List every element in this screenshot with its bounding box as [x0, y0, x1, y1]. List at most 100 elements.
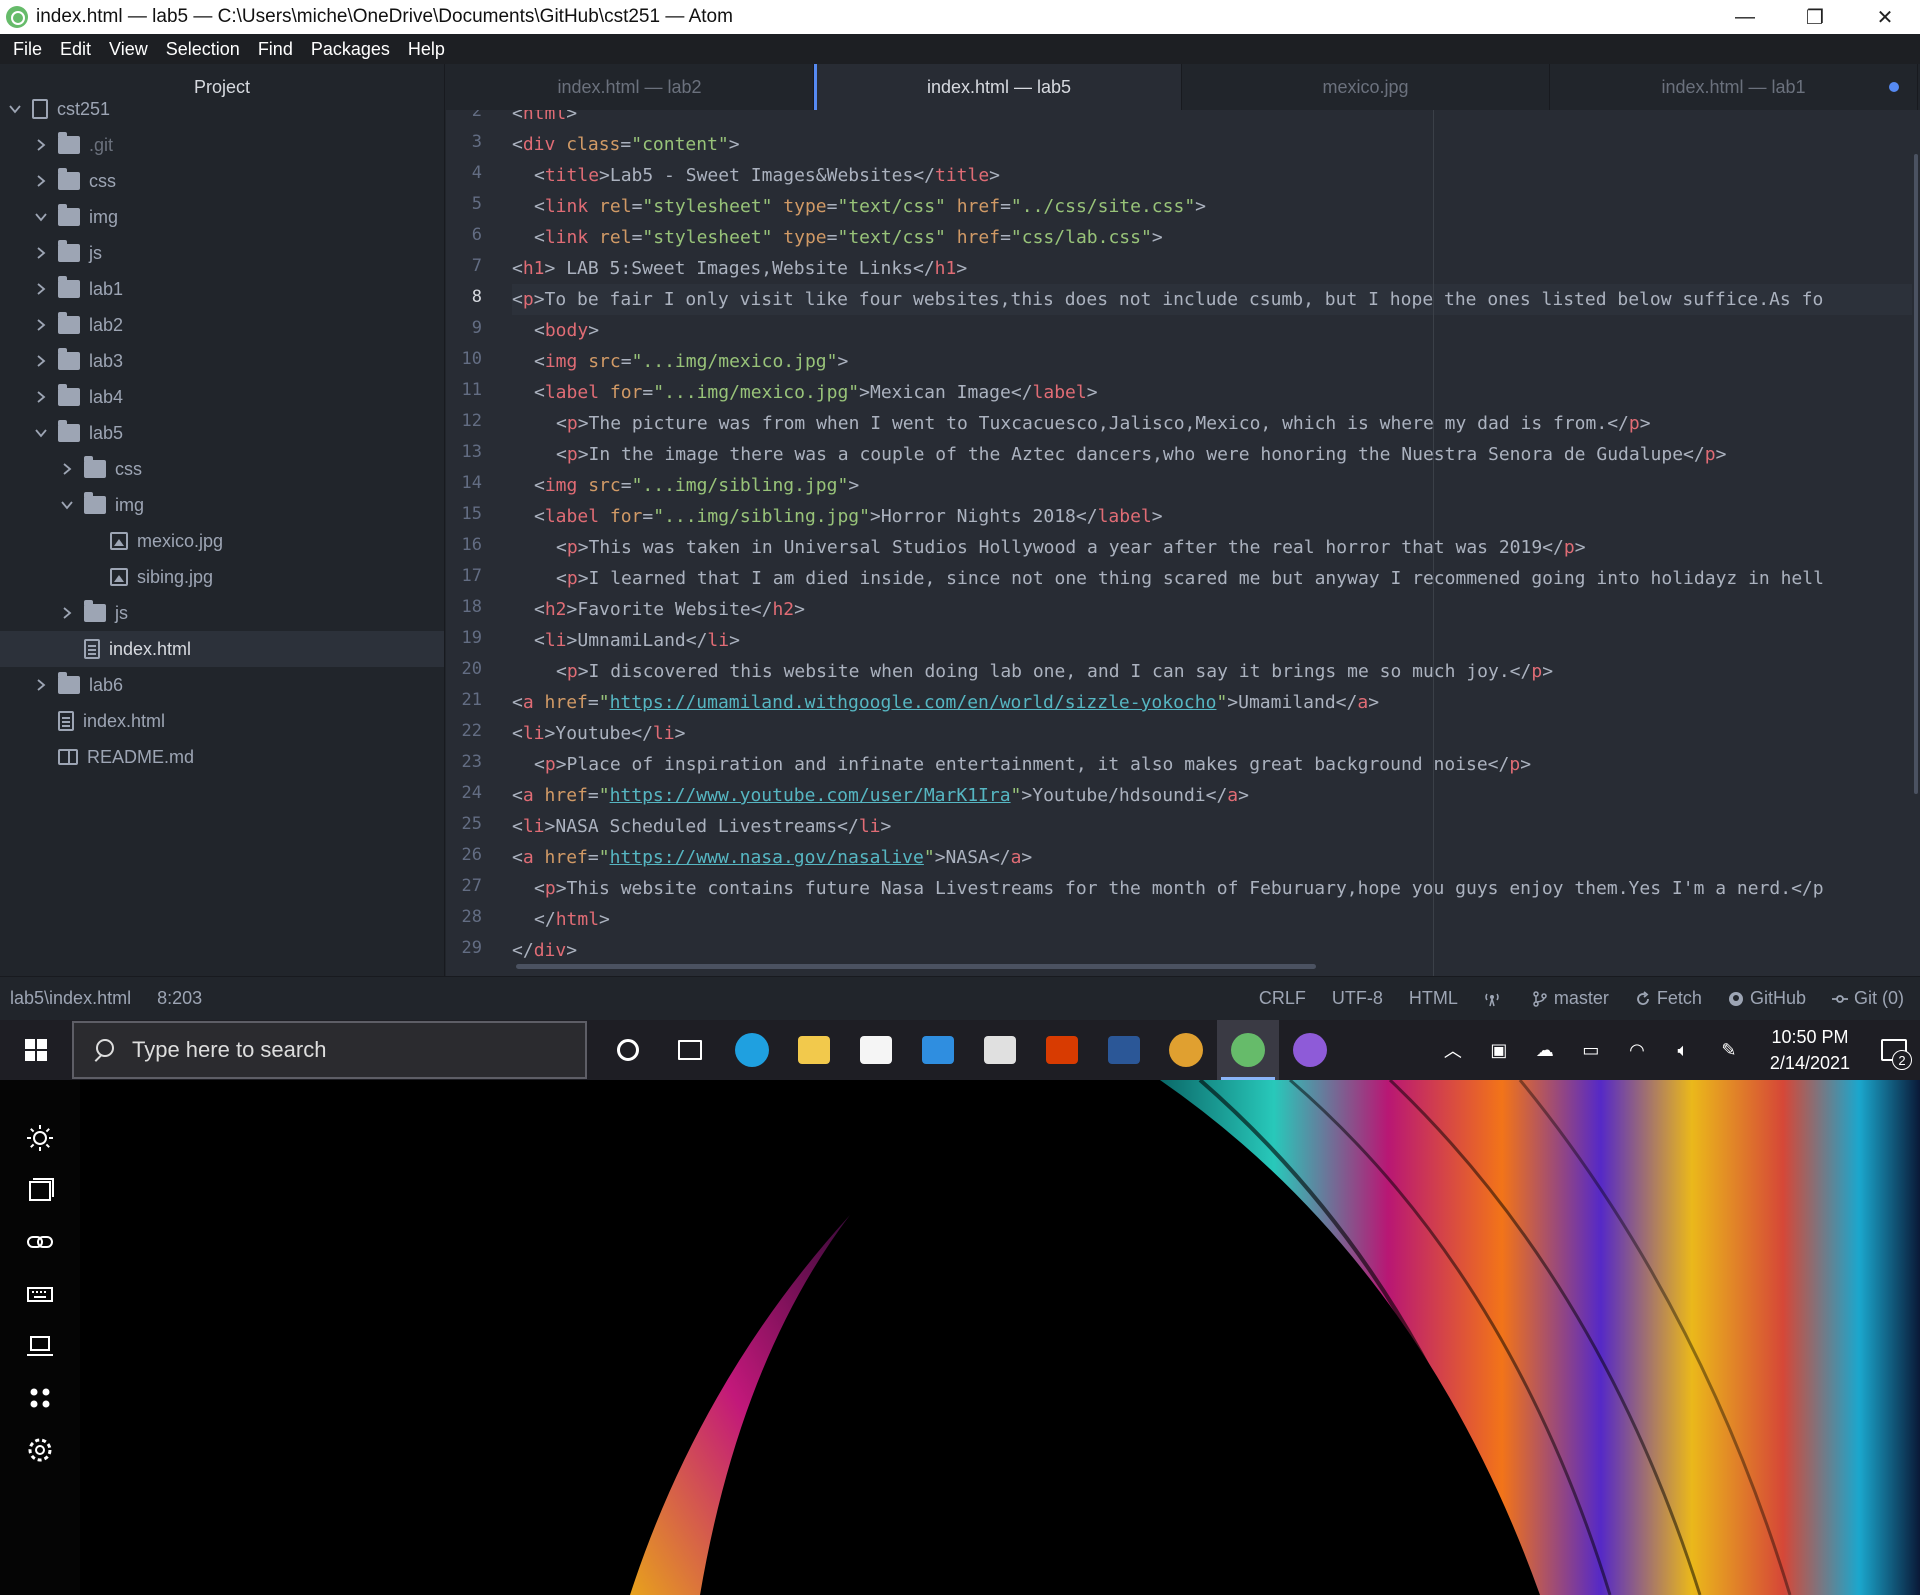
tree-folder[interactable]: img: [0, 199, 444, 235]
minimize-button[interactable]: —: [1710, 0, 1780, 34]
code-line[interactable]: <p>This website contains future Nasa Liv…: [512, 873, 1824, 904]
code-line[interactable]: <img src="...img/sibling.jpg">: [512, 470, 859, 501]
menu-find[interactable]: Find: [249, 39, 302, 60]
code-line[interactable]: <li>NASA Scheduled Livestreams</li>: [512, 811, 891, 842]
code-line[interactable]: <label for="...img/sibling.jpg">Horror N…: [512, 501, 1163, 532]
show-hidden-icons-icon[interactable]: ︿: [1430, 1020, 1476, 1080]
keyboard-icon[interactable]: [22, 1276, 58, 1312]
settings-gear-icon[interactable]: [22, 1432, 58, 1468]
chevron-right-icon[interactable]: [34, 678, 48, 692]
modified-dot-icon[interactable]: [1889, 82, 1899, 92]
tree-folder[interactable]: css: [0, 163, 444, 199]
code-line[interactable]: <p>This was taken in Universal Studios H…: [512, 532, 1586, 563]
brightness-icon[interactable]: [22, 1120, 58, 1156]
action-center-button[interactable]: 2: [1868, 1020, 1920, 1080]
cursor-position[interactable]: 8:203: [157, 988, 202, 1009]
chevron-right-icon[interactable]: [34, 318, 48, 332]
chevron-right-icon[interactable]: [34, 282, 48, 296]
tree-folder[interactable]: lab6: [0, 667, 444, 703]
link-icon[interactable]: [22, 1224, 58, 1260]
code-line[interactable]: <html>: [512, 110, 577, 129]
tree-file[interactable]: README.md: [0, 739, 444, 775]
laptop-icon[interactable]: [22, 1328, 58, 1364]
code-line[interactable]: <h2>Favorite Website</h2>: [512, 594, 805, 625]
menu-file[interactable]: File: [4, 39, 51, 60]
menu-selection[interactable]: Selection: [157, 39, 249, 60]
screen-capture-icon[interactable]: [22, 1172, 58, 1208]
mail-taskbar-button[interactable]: [907, 1020, 969, 1080]
menu-view[interactable]: View: [100, 39, 157, 60]
office-taskbar-button[interactable]: [1031, 1020, 1093, 1080]
tree-folder[interactable]: js: [0, 595, 444, 631]
tree-folder[interactable]: lab2: [0, 307, 444, 343]
code-line[interactable]: </div>: [512, 935, 577, 966]
code-line[interactable]: <img src="...img/mexico.jpg">: [512, 346, 848, 377]
chevron-right-icon[interactable]: [34, 354, 48, 368]
code-line[interactable]: <div class="content">: [512, 129, 740, 160]
code-line[interactable]: <a href="https://umamiland.withgoogle.co…: [512, 687, 1379, 718]
chevron-down-icon[interactable]: [34, 426, 48, 440]
line-ending[interactable]: CRLF: [1259, 988, 1306, 1009]
chevron-down-icon[interactable]: [60, 498, 74, 512]
code-line[interactable]: <li>Youtube</li>: [512, 718, 685, 749]
code-line[interactable]: <body>: [512, 315, 599, 346]
onedrive-icon[interactable]: ☁: [1522, 1020, 1568, 1080]
tree-folder[interactable]: lab5: [0, 415, 444, 451]
tree-file[interactable]: index.html: [0, 703, 444, 739]
code-line[interactable]: <p>I discovered this website when doing …: [512, 656, 1553, 687]
pen-icon[interactable]: ✎: [1706, 1020, 1752, 1080]
tree-file[interactable]: index.html: [0, 631, 444, 667]
code-line[interactable]: <label for="...img/mexico.jpg">Mexican I…: [512, 377, 1098, 408]
chevron-right-icon[interactable]: [34, 246, 48, 260]
horizontal-scrollbar[interactable]: [516, 964, 1316, 969]
code-editor[interactable]: 2 3 4 5 6 7 8 9 10 11 12 13 14 15 16 17 18 19 20 21 22 23 24 25…: [446, 110, 1920, 976]
chevron-right-icon[interactable]: [60, 606, 74, 620]
meet-now-icon[interactable]: ▣: [1476, 1020, 1522, 1080]
maximize-button[interactable]: ❐: [1780, 0, 1850, 34]
task-view-taskbar-button[interactable]: [659, 1020, 721, 1080]
tree-file[interactable]: sibing.jpg: [0, 559, 444, 595]
code-line[interactable]: <p>To be fair I only visit like four web…: [512, 284, 1912, 315]
apps-grid-icon[interactable]: [22, 1380, 58, 1416]
tree-folder[interactable]: .git: [0, 127, 444, 163]
tree-root[interactable]: cst251: [0, 91, 444, 127]
fetch-item[interactable]: Fetch: [1635, 988, 1702, 1009]
word-taskbar-button[interactable]: [1093, 1020, 1155, 1080]
tree-folder[interactable]: lab1: [0, 271, 444, 307]
code-link[interactable]: https://www.nasa.gov/nasalive: [610, 847, 924, 868]
code-line[interactable]: <link rel="stylesheet" type="text/css" h…: [512, 222, 1163, 253]
code-line[interactable]: <p>Place of inspiration and infinate ent…: [512, 749, 1531, 780]
chevron-right-icon[interactable]: [34, 390, 48, 404]
code-line[interactable]: </html>: [512, 904, 610, 935]
branch-item[interactable]: master: [1532, 988, 1609, 1009]
tree-folder[interactable]: css: [0, 451, 444, 487]
github-item[interactable]: GitHub: [1728, 988, 1806, 1009]
wifi-icon[interactable]: ◠: [1614, 1020, 1660, 1080]
chevron-down-icon[interactable]: [34, 210, 48, 224]
clock[interactable]: 10:50 PM 2/14/2021: [1752, 1024, 1868, 1076]
editor-tab[interactable]: index.html — lab2: [446, 64, 814, 110]
code-line[interactable]: <li>UmnamiLand</li>: [512, 625, 740, 656]
code-link[interactable]: https://www.youtube.com/user/MarK1Ira: [610, 785, 1011, 806]
volume-icon[interactable]: 🔈︎: [1660, 1020, 1706, 1080]
chevron-right-icon[interactable]: [34, 138, 48, 152]
file-explorer-taskbar-button[interactable]: [783, 1020, 845, 1080]
menu-packages[interactable]: Packages: [302, 39, 399, 60]
grammar[interactable]: HTML: [1409, 988, 1458, 1009]
tree-folder[interactable]: js: [0, 235, 444, 271]
editor-tab[interactable]: index.html — lab1: [1550, 64, 1918, 110]
chrome-taskbar-button[interactable]: [1155, 1020, 1217, 1080]
search-box[interactable]: Type here to search: [72, 1021, 587, 1079]
encoding[interactable]: UTF-8: [1332, 988, 1383, 1009]
file-path[interactable]: lab5\index.html: [10, 988, 131, 1009]
chevron-right-icon[interactable]: [60, 462, 74, 476]
tree-folder[interactable]: img: [0, 487, 444, 523]
chevron-right-icon[interactable]: [34, 174, 48, 188]
code-line[interactable]: <p>I learned that I am died inside, sinc…: [512, 563, 1824, 594]
chevron-down-icon[interactable]: [8, 102, 22, 116]
tree-file[interactable]: mexico.jpg: [0, 523, 444, 559]
broadcast-icon[interactable]: [1484, 988, 1506, 1009]
menu-edit[interactable]: Edit: [51, 39, 100, 60]
code-link[interactable]: https://umamiland.withgoogle.com/en/worl…: [610, 692, 1217, 713]
cortana-taskbar-button[interactable]: [597, 1020, 659, 1080]
